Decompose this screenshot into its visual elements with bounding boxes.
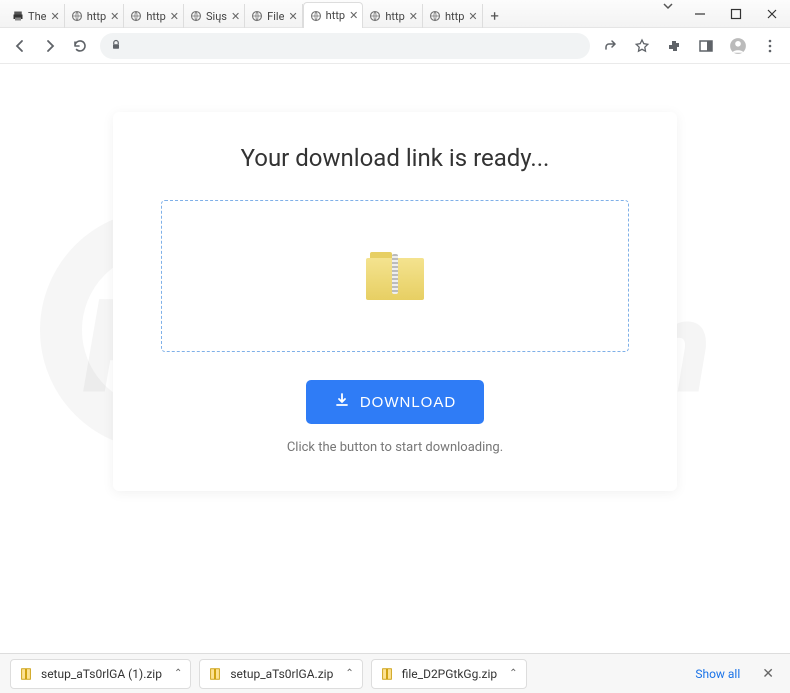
reload-button[interactable]: [70, 36, 90, 56]
tab-4[interactable]: File ✕: [245, 4, 302, 28]
tab-search-button[interactable]: [654, 0, 682, 12]
close-icon[interactable]: ✕: [170, 10, 179, 23]
printer-icon: [12, 10, 24, 22]
download-icon: [334, 392, 350, 412]
tab-strip: The ✕ http ✕ http ✕ Siųs ✕ File ✕ http ✕: [0, 0, 654, 28]
page-content: Your download link is ready... DOWNLOAD …: [0, 64, 790, 653]
tab-3[interactable]: Siųs ✕: [184, 4, 245, 28]
tab-2[interactable]: http ✕: [124, 4, 184, 28]
menu-icon[interactable]: [760, 36, 780, 56]
globe-icon: [251, 10, 263, 22]
maximize-button[interactable]: [718, 0, 754, 28]
download-button[interactable]: DOWNLOAD: [306, 380, 484, 424]
back-button[interactable]: [10, 36, 30, 56]
close-icon[interactable]: ✕: [756, 662, 780, 686]
toolbar-right: [600, 36, 780, 56]
download-filename: file_D2PGtkGg.zip: [402, 667, 497, 681]
globe-icon: [429, 10, 441, 22]
globe-icon: [130, 10, 142, 22]
lock-icon: [110, 36, 122, 55]
tab-title: http: [445, 10, 464, 23]
globe-icon: [310, 10, 322, 22]
profile-icon[interactable]: [728, 36, 748, 56]
tab-title: http: [326, 9, 345, 22]
extensions-icon[interactable]: [664, 36, 684, 56]
file-icon: [380, 667, 394, 681]
tab-6[interactable]: http ✕: [363, 4, 423, 28]
bookmark-icon[interactable]: [632, 36, 652, 56]
tab-title: http: [87, 10, 106, 23]
forward-button[interactable]: [40, 36, 60, 56]
show-all-link[interactable]: Show all: [687, 663, 748, 685]
download-filename: setup_aTs0rlGA.zip: [230, 667, 333, 681]
zip-folder-icon: [366, 252, 424, 300]
file-preview-dropzone: [161, 200, 629, 352]
chevron-up-icon[interactable]: ⌃: [170, 668, 182, 679]
address-bar[interactable]: [100, 33, 590, 59]
close-icon[interactable]: ✕: [468, 10, 477, 23]
download-card: Your download link is ready... DOWNLOAD …: [113, 112, 677, 491]
tab-title: File: [267, 10, 284, 23]
globe-icon: [71, 10, 83, 22]
window-controls: [682, 0, 790, 28]
close-icon[interactable]: ✕: [110, 10, 119, 23]
share-icon[interactable]: [600, 36, 620, 56]
close-icon[interactable]: ✕: [50, 10, 59, 23]
browser-titlebar: The ✕ http ✕ http ✕ Siųs ✕ File ✕ http ✕: [0, 0, 790, 28]
download-filename: setup_aTs0rlGA (1).zip: [41, 667, 162, 681]
download-item[interactable]: setup_aTs0rlGA (1).zip ⌃: [10, 659, 191, 689]
tab-title: Siųs: [206, 10, 227, 23]
tab-1[interactable]: http ✕: [65, 4, 125, 28]
downloads-shelf: setup_aTs0rlGA (1).zip ⌃ setup_aTs0rlGA.…: [0, 653, 790, 693]
close-icon[interactable]: ✕: [409, 10, 418, 23]
tab-7[interactable]: http ✕: [423, 4, 483, 28]
tab-title: http: [385, 10, 404, 23]
close-icon[interactable]: ✕: [349, 9, 358, 22]
sidepanel-icon[interactable]: [696, 36, 716, 56]
minimize-button[interactable]: [682, 0, 718, 28]
window-close-button[interactable]: [754, 0, 790, 28]
new-tab-button[interactable]: +: [483, 4, 507, 28]
chevron-up-icon[interactable]: ⌃: [341, 668, 353, 679]
download-item[interactable]: setup_aTs0rlGA.zip ⌃: [199, 659, 362, 689]
card-hint: Click the button to start downloading.: [161, 440, 629, 455]
file-icon: [19, 667, 33, 681]
tab-title: The: [28, 10, 46, 23]
card-heading: Your download link is ready...: [161, 144, 629, 172]
globe-icon: [369, 10, 381, 22]
close-icon[interactable]: ✕: [231, 10, 240, 23]
tab-5-active[interactable]: http ✕: [303, 2, 364, 28]
file-icon: [208, 667, 222, 681]
chevron-up-icon[interactable]: ⌃: [505, 668, 517, 679]
browser-toolbar: [0, 28, 790, 64]
tab-0[interactable]: The ✕: [6, 4, 65, 28]
download-item[interactable]: file_D2PGtkGg.zip ⌃: [371, 659, 527, 689]
close-icon[interactable]: ✕: [288, 10, 297, 23]
download-button-label: DOWNLOAD: [360, 394, 456, 411]
globe-icon: [190, 10, 202, 22]
tab-title: http: [146, 10, 165, 23]
